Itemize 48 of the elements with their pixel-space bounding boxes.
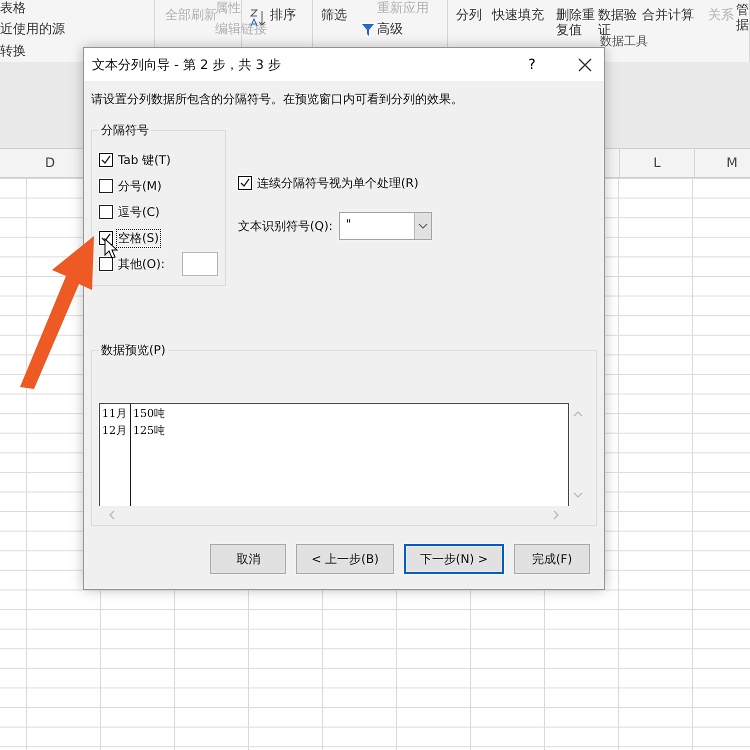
checkbox-label[interactable]: 分号(M) [117,178,163,194]
column-header[interactable]: L [620,149,695,177]
preview-cell: 150吨 [133,407,165,421]
checkbox[interactable] [99,179,113,193]
ribbon-button[interactable]: 筛选 [321,8,347,23]
checkbox[interactable] [99,205,113,219]
ribbon-button[interactable]: 转换 [0,44,26,59]
checkbox-label[interactable]: 其他(O): [117,256,166,272]
column-header[interactable]: M [695,149,750,177]
ribbon-button[interactable]: 排序 [270,8,296,23]
instruction-text: 请设置分列数据所包含的分隔符号。在预览窗口内可看到分列的效果。 [91,91,464,108]
preview-cell: 11月 [102,407,128,421]
ribbon-button[interactable]: 表格 [0,1,26,16]
group-legend: 分隔符号 [99,122,151,139]
filter-icon[interactable] [361,23,375,37]
dialog-button[interactable]: < 上一步(B) [296,544,394,574]
ribbon-button[interactable]: 高级 [377,22,403,37]
ribbon-button[interactable]: 分列 [456,8,482,23]
checkbox[interactable] [238,176,252,190]
group-label: 数据工具 [600,34,648,50]
dialog-title: 文本分列向导 - 第 2 步，共 3 步 [92,56,282,74]
help-button[interactable]: ? [518,56,546,72]
checkmark-icon [101,155,111,165]
checkmark-icon [101,233,111,243]
checkbox-label[interactable]: 逗号(C) [117,204,161,220]
mouse-cursor-icon [104,238,118,260]
dialog-button[interactable]: 取消 [210,544,286,574]
chevron-down-icon[interactable] [418,223,428,229]
checkbox[interactable] [99,153,113,167]
ribbon-button[interactable]: 快速填充 [492,8,544,23]
dialog-button[interactable]: 下一步(N) > [404,544,504,574]
ribbon-button[interactable]: 删除重复值 [556,8,596,38]
ribbon-button[interactable]: 管据 [736,3,750,33]
checkbox-label[interactable]: 连续分隔符号视为单个处理(R) [256,174,420,192]
dropdown[interactable]: " [338,212,432,240]
preview-cell: 125吨 [133,424,165,438]
checkmark-icon [240,178,250,188]
dialog-button[interactable]: 完成(F) [514,544,590,574]
checkbox-label[interactable]: Tab 键(T) [117,152,172,168]
checkbox[interactable] [99,257,113,271]
field-label: 文本识别符号(Q): [238,218,333,234]
close-icon[interactable] [578,58,592,72]
preview-cell: 12月 [102,424,128,438]
ribbon-button[interactable]: 近使用的源 [0,22,65,37]
ribbon-button[interactable]: 合并计算 [642,8,694,23]
input-field[interactable] [182,252,218,276]
group-legend: 数据预览(P) [99,342,168,359]
checkbox-label[interactable]: 空格(S) [117,230,160,246]
